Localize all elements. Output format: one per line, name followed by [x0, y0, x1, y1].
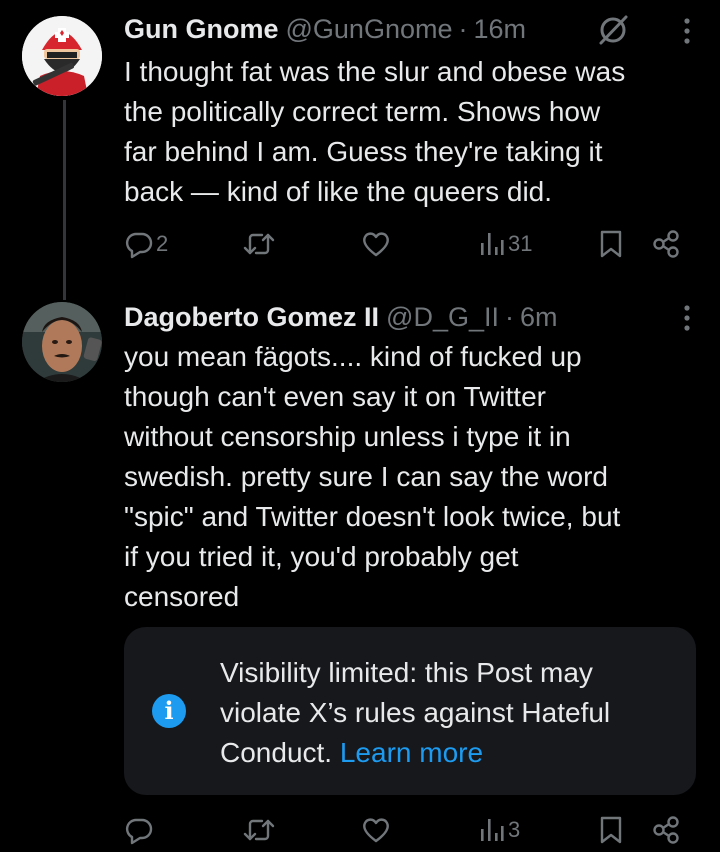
heart-icon [363, 818, 389, 843]
post-text-line: without censorship unless i type it in [124, 421, 571, 452]
like-button[interactable] [361, 812, 393, 848]
post-text-line: "spic" and Twitter doesn't look twice, b… [124, 501, 621, 532]
separator-dot: · [458, 13, 468, 44]
author-name[interactable]: Gun Gnome [124, 14, 279, 45]
notice-text: Visibility limited: this Post may violat… [220, 653, 680, 773]
reply-icon [125, 232, 153, 259]
post-text-line: I thought fat was the slur and obese was [124, 56, 626, 87]
info-icon: i [152, 694, 186, 728]
notice-line: Conduct. Learn more [220, 733, 680, 773]
repost-button[interactable] [243, 226, 277, 262]
reply-button[interactable] [124, 812, 156, 848]
post-gun-gnome[interactable]: Gun Gnome @GunGnome · 16m I thought fat … [0, 0, 720, 290]
notice-line-text: Conduct. [220, 737, 340, 768]
share-button[interactable] [652, 812, 680, 848]
avatar[interactable] [22, 302, 102, 382]
views-chart-icon [481, 233, 504, 255]
reply-button[interactable]: 2 [124, 226, 168, 262]
views-button[interactable]: 31 [478, 226, 532, 262]
separator-dot: · [504, 301, 514, 332]
gnome-avatar-image [22, 16, 102, 96]
more-options-icon[interactable] [682, 17, 692, 45]
post-text-line: if you tried it, you'd probably get [124, 541, 519, 572]
more-options-icon[interactable] [682, 304, 692, 332]
bookmark-icon [600, 816, 622, 844]
views-count: 3 [508, 817, 521, 842]
repost-button[interactable] [243, 812, 277, 848]
author-name[interactable]: Dagoberto Gomez II [124, 302, 379, 333]
reply-count: 2 [156, 231, 169, 256]
author-handle[interactable]: @D_G_II [386, 302, 499, 333]
views-count: 31 [508, 231, 533, 256]
bookmark-button[interactable] [599, 226, 623, 262]
like-button[interactable] [361, 226, 393, 262]
learn-more-link[interactable]: Learn more [340, 737, 483, 768]
notice-line: Visibility limited: this Post may [220, 657, 593, 688]
bookmark-icon [600, 230, 622, 258]
share-button[interactable] [652, 226, 680, 262]
post-text-line: far behind I am. Guess they're taking it [124, 136, 603, 167]
post-text-line: though can't even say it on Twitter [124, 381, 546, 412]
bookmark-button[interactable] [599, 812, 623, 848]
repost-icon [243, 233, 275, 255]
post-text-line: swedish. pretty sure I can say the word [124, 461, 608, 492]
repost-icon [243, 819, 275, 841]
reply-icon [125, 818, 153, 845]
post-text-line: censored [124, 581, 240, 612]
views-button[interactable]: 3 [478, 812, 520, 848]
post-text-line: back — kind of like the queers did. [124, 176, 553, 207]
action-bar: 3 [0, 812, 720, 852]
post-text: you mean fägots.... kind of fucked up th… [124, 337, 704, 617]
visibility-limited-notice: i Visibility limited: this Post may viol… [124, 627, 696, 795]
notice-line: violate X’s rules against Hateful [220, 697, 611, 728]
views-chart-icon [481, 819, 504, 841]
post-text: I thought fat was the slur and obese was… [124, 52, 704, 212]
muted-conversation-icon [599, 15, 628, 45]
share-icon [653, 816, 679, 844]
profile-photo-image [22, 302, 102, 382]
post-timestamp[interactable]: 16m [473, 14, 526, 45]
avatar[interactable] [22, 16, 102, 96]
post-header: Dagoberto Gomez II @D_G_II · 6m [124, 300, 696, 334]
author-handle[interactable]: @GunGnome [286, 14, 453, 45]
action-bar: 2 31 [0, 226, 720, 266]
post-text-line: you mean fägots.... kind of fucked up [124, 341, 582, 372]
post-timestamp[interactable]: 6m [520, 302, 558, 333]
heart-icon [363, 232, 389, 257]
post-text-line: the politically correct term. Shows how [124, 96, 601, 127]
share-icon [653, 230, 679, 258]
